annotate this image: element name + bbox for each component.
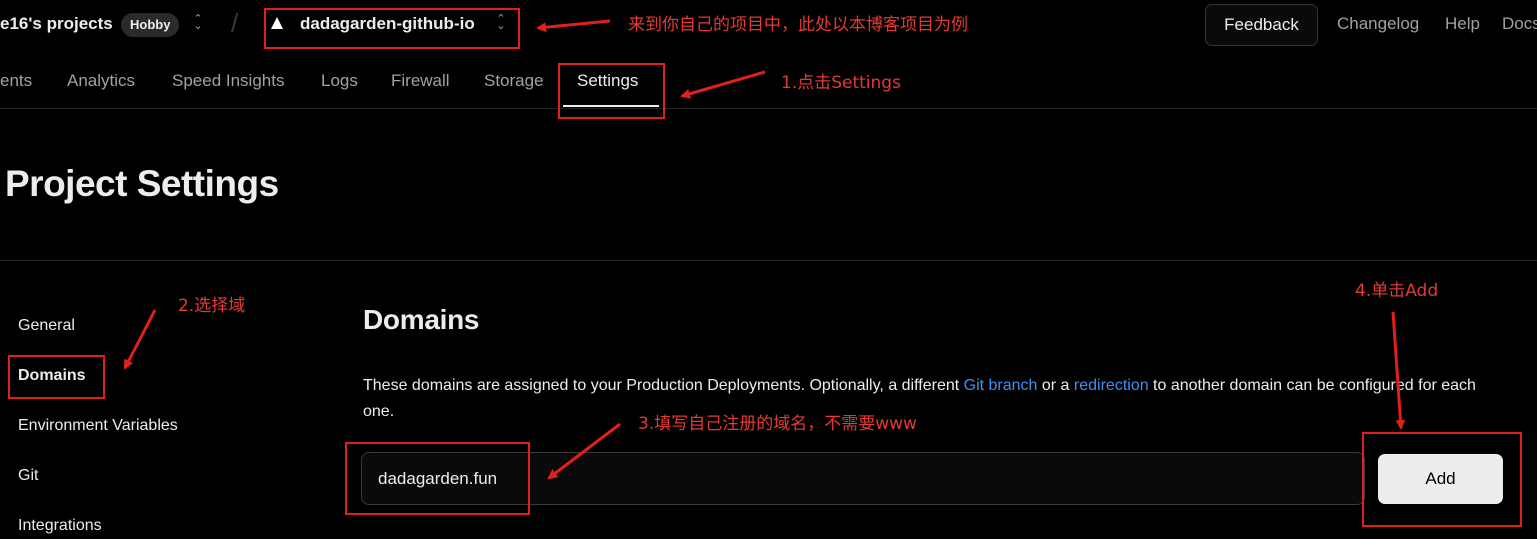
annotation-arrows — [123, 19, 1406, 480]
arrow-to-settings — [680, 70, 766, 99]
arrow-to-input — [547, 422, 621, 480]
arrow-to-project — [536, 19, 611, 33]
arrow-to-domains — [123, 309, 157, 370]
arrow-to-add — [1391, 311, 1406, 430]
